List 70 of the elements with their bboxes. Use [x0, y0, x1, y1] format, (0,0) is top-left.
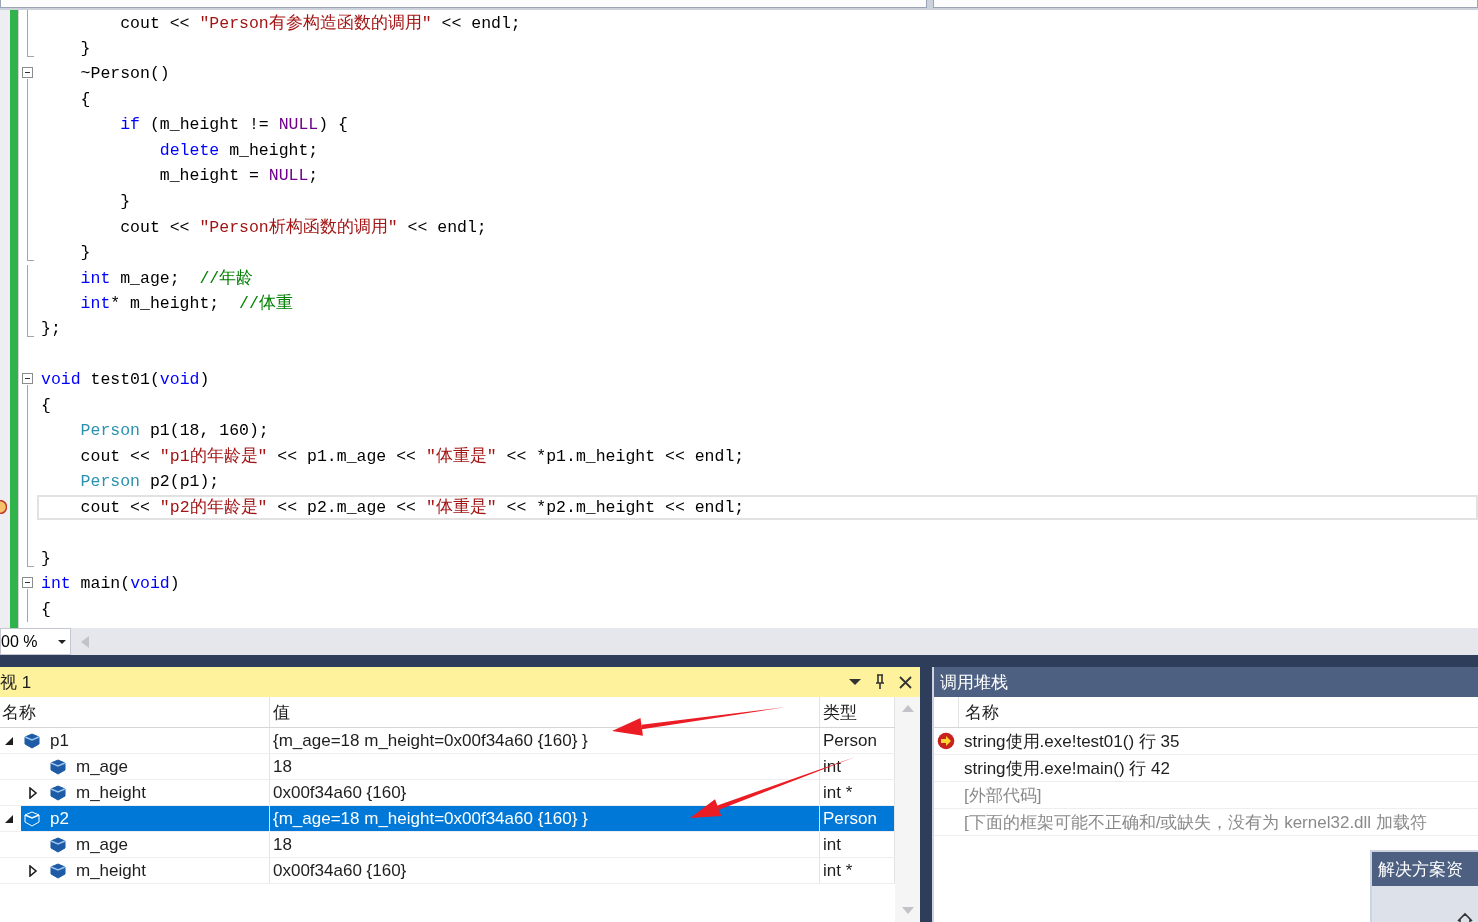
collapse-icon[interactable]	[22, 373, 33, 384]
code-line: Person p2(p1);	[79, 472, 220, 492]
variable-type: int	[823, 756, 841, 777]
code-line: int* m_height; //体重	[79, 293, 293, 315]
code-line: cout << "Person有参构造函数的调用" << endl;	[119, 12, 521, 34]
code-line: void test01(void)	[41, 370, 210, 390]
code-line: int main(void)	[41, 574, 180, 594]
variable-value: 0x00f34a60 {160}	[273, 782, 407, 803]
column-header[interactable]: 名称	[0, 697, 270, 727]
stack-frame[interactable]: string使用.exe!test01() 行 35	[958, 729, 1180, 753]
stack-frame[interactable]: string使用.exe!main() 行 42	[958, 756, 1170, 780]
close-icon[interactable]	[899, 675, 912, 689]
code-line: {	[41, 599, 51, 619]
collapse-icon[interactable]	[22, 67, 33, 78]
code-line: }	[79, 38, 91, 58]
variable-value: 18	[273, 834, 292, 855]
object-icon	[24, 810, 40, 827]
code-line: cout << "Person析构函数的调用" << endl;	[119, 216, 487, 238]
code-line: }	[41, 548, 51, 568]
zoom-dropdown[interactable]: 00 %	[0, 628, 71, 655]
variable-value: {m_age=18 m_height=0x00f34a60 {160} }	[273, 730, 588, 751]
variable-type: int *	[823, 782, 853, 803]
expanded-icon[interactable]	[4, 813, 14, 824]
code-line: };	[41, 319, 61, 339]
code-line: {	[41, 395, 51, 415]
variable-type: int *	[823, 860, 853, 881]
caret-icon	[58, 639, 66, 644]
collapse-icon[interactable]	[22, 577, 33, 588]
code-line: }	[119, 191, 131, 211]
code-line: cout << "p2的年龄是" << p2.m_age << "体重是" << *p2.m_height << endl;	[79, 497, 745, 519]
field-icon	[50, 758, 66, 775]
code-line: {	[79, 89, 91, 109]
variable-name: m_height	[76, 860, 146, 881]
variable-value: 0x00f34a60 {160}	[273, 860, 407, 881]
code-line: cout << "p1的年龄是" << p1.m_age << "体重是" << *p1.m_height << endl;	[79, 446, 745, 468]
watch-row[interactable]: m_age 18 int	[21, 832, 895, 857]
field-icon	[50, 784, 66, 801]
stack-frame[interactable]: [下面的框架可能不正确和/或缺失，没有为 kernel32.dll 加载符	[958, 810, 1427, 834]
collapsed-icon[interactable]	[28, 864, 38, 877]
stack-frame[interactable]: [外部代码]	[958, 783, 1042, 807]
pin-icon[interactable]	[875, 674, 885, 690]
field-icon	[24, 732, 40, 749]
variable-value: {m_age=18 m_height=0x00f34a60 {160} }	[273, 808, 588, 829]
code-line: int m_age; //年龄	[79, 267, 254, 289]
panel-title: 调用堆栈	[940, 671, 1008, 694]
code-line: delete m_height;	[158, 140, 319, 160]
code-line: }	[79, 242, 91, 262]
expanded-icon[interactable]	[4, 735, 14, 746]
collapsed-icon[interactable]	[28, 786, 38, 799]
code-line: Person p1(18, 160);	[79, 421, 269, 441]
variable-name: m_age	[76, 756, 128, 777]
panel-title: 视 1	[0, 671, 32, 694]
watch-row[interactable]: m_height 0x00f34a60 {160} int *	[21, 858, 895, 883]
field-icon	[50, 862, 66, 879]
code-line: m_height = NULL;	[158, 166, 319, 186]
code-line: if (m_height != NULL) {	[119, 115, 348, 135]
watch-row[interactable]: p2 {m_age=18 m_height=0x00f34a60 {160} } Person	[21, 806, 895, 831]
variable-type: int	[823, 834, 841, 855]
variable-name: m_age	[76, 834, 128, 855]
variable-value: 18	[273, 756, 292, 777]
code-line: ~Person()	[79, 64, 170, 84]
column-header[interactable]: 名称	[959, 697, 999, 727]
field-icon	[50, 836, 66, 853]
variable-type: Person	[823, 730, 877, 751]
variable-name: m_height	[76, 782, 146, 803]
dropdown-icon[interactable]	[849, 679, 861, 685]
panel-tab[interactable]: 解决方案资	[1378, 857, 1463, 881]
variable-name: p1	[50, 730, 69, 751]
variable-name: p2	[50, 808, 69, 829]
variable-type: Person	[823, 808, 877, 829]
